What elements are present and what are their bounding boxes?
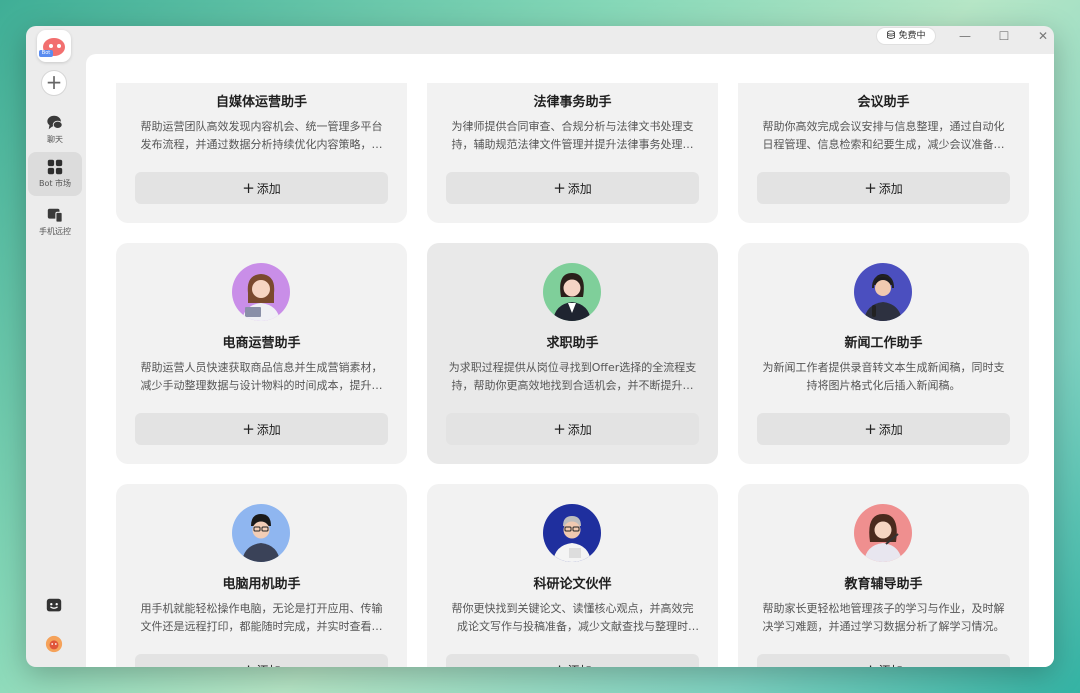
- phone-remote-icon: [47, 208, 63, 223]
- bot-title: 会议助手: [857, 95, 910, 110]
- bot-description: 为律师提供合同审查、合规分析与法律文书处理支持，辅助规范法律文件管理并提升法律事…: [451, 120, 694, 151]
- plus-icon: +: [242, 420, 255, 438]
- bot-avatar-news: [854, 263, 912, 321]
- add-bot-button[interactable]: +添加: [135, 172, 388, 204]
- bot-description: 帮助运营人员快速获取商品信息并生成营销素材，减少手动整理数据与设计物料的时间成本…: [140, 361, 383, 392]
- add-bot-button[interactable]: +添加: [446, 413, 699, 445]
- market-grid-icon: [47, 159, 63, 175]
- add-bot-button[interactable]: +添加: [135, 654, 388, 667]
- bot-title: 电脑用机助手: [222, 577, 301, 592]
- minimize-button[interactable]: —: [951, 26, 979, 46]
- bot-description: 帮你更快找到关键论文、读懂核心观点，并高效完成论文写作与投稿准备，减少文献查找与…: [451, 602, 694, 633]
- close-button[interactable]: ✕: [1029, 26, 1054, 46]
- plus-icon: +: [553, 179, 566, 197]
- bot-avatar-education: [854, 504, 912, 562]
- bot-card-computer[interactable]: 电脑用机助手 用手机就能轻松操作电脑，无论是打开应用、传输文件还是远程打印，都能…: [116, 484, 407, 667]
- maximize-button[interactable]: ☐: [990, 26, 1018, 46]
- bot-description: 帮助你高效完成会议安排与信息整理，通过自动化日程管理、信息检索和纪要生成，减少会…: [762, 120, 1005, 151]
- logo-eye: [57, 44, 61, 48]
- plus-icon: +: [864, 179, 877, 197]
- bot-description: 帮助运营团队高效发现内容机会、统一管理多平台发布流程，并通过数据分析持续优化内容…: [140, 120, 383, 151]
- app-logo[interactable]: Bot: [37, 30, 71, 62]
- coin-stack-icon: [887, 30, 896, 39]
- bot-avatar-computer: [232, 504, 290, 562]
- bot-avatar-research: [543, 504, 601, 562]
- app-window: Bot + 聊天 Bot 市场 手机远控 免费中 — ☐ ✕ 自媒体运营助手 帮…: [26, 26, 1054, 667]
- plus-icon: +: [864, 420, 877, 438]
- add-bot-button[interactable]: +添加: [757, 172, 1010, 204]
- bot-description: 为求职过程提供从岗位寻找到Offer选择的全流程支持，帮助你更高效地找到合适机会…: [448, 361, 697, 392]
- add-label: 添加: [256, 182, 281, 196]
- sidebar-item-label: 聊天: [47, 135, 63, 144]
- bot-avatar-job: [543, 263, 601, 321]
- add-label: 添加: [567, 182, 592, 196]
- bot-description: 用手机就能轻松操作电脑，无论是打开应用、传输文件还是远程打印，都能随时完成，并实…: [140, 602, 383, 633]
- add-bot-button[interactable]: +添加: [757, 654, 1010, 667]
- add-label: 添加: [878, 423, 903, 437]
- bot-market-panel: 自媒体运营助手 帮助运营团队高效发现内容机会、统一管理多平台发布流程，并通过数据…: [86, 54, 1054, 667]
- chat-icon: [47, 115, 63, 130]
- add-label: 添加: [567, 423, 592, 437]
- feedback-icon[interactable]: [45, 597, 63, 615]
- sidebar-item-bot-market[interactable]: Bot 市场: [28, 152, 82, 196]
- add-bot-button[interactable]: +添加: [757, 413, 1010, 445]
- sidebar: Bot + 聊天 Bot 市场 手机远控: [26, 26, 86, 667]
- add-label: 添加: [879, 664, 903, 667]
- bot-card-ecommerce[interactable]: 电商运营助手 帮助运营人员快速获取商品信息并生成营销素材，减少手动整理数据与设计…: [116, 243, 407, 464]
- plan-status-badge[interactable]: 免费中: [876, 27, 936, 45]
- bot-card-education[interactable]: 教育辅导助手 帮助家长更轻松地管理孩子的学习与作业，及时解决学习难题，并通过学习…: [738, 484, 1029, 667]
- add-bot-button[interactable]: +添加: [135, 413, 388, 445]
- bot-card-meeting[interactable]: 会议助手 帮助你高效完成会议安排与信息整理，通过自动化日程管理、信息检索和纪要生…: [738, 83, 1029, 223]
- plus-icon: +: [242, 661, 255, 667]
- sidebar-item-label: 手机远控: [39, 227, 71, 236]
- add-label: 添加: [878, 182, 903, 196]
- add-label: 添加: [568, 664, 592, 667]
- plus-icon: +: [242, 179, 255, 197]
- bot-card-media[interactable]: 自媒体运营助手 帮助运营团队高效发现内容机会、统一管理多平台发布流程，并通过数据…: [116, 83, 407, 223]
- bot-avatar-ecommerce: [232, 263, 290, 321]
- bot-card-news[interactable]: 新闻工作助手 为新闻工作者提供录音转文本生成新闻稿，同时支持将图片格式化后插入新…: [738, 243, 1029, 464]
- bot-card-research[interactable]: 科研论文伙伴 帮你更快找到关键论文、读懂核心观点，并高效完成论文写作与投稿准备，…: [427, 484, 718, 667]
- plus-icon: +: [864, 661, 877, 667]
- bot-title: 科研论文伙伴: [533, 577, 612, 592]
- bot-card-job[interactable]: 求职助手 为求职过程提供从岗位寻找到Offer选择的全流程支持，帮助你更高效地找…: [427, 243, 718, 464]
- plus-icon: +: [553, 420, 566, 438]
- bot-description: 为新闻工作者提供录音转文本生成新闻稿，同时支持将图片格式化后插入新闻稿。: [762, 361, 1005, 392]
- bot-title: 自媒体运营助手: [215, 95, 307, 110]
- add-label: 添加: [256, 423, 281, 437]
- bot-title: 教育辅导助手: [844, 577, 923, 592]
- logo-eye: [49, 44, 53, 48]
- add-bot-button[interactable]: +添加: [446, 172, 699, 204]
- bot-title: 电商运营助手: [222, 336, 301, 351]
- plan-status-label: 免费中: [898, 31, 926, 41]
- sidebar-item-chat[interactable]: 聊天: [28, 108, 82, 152]
- user-avatar[interactable]: [45, 635, 63, 653]
- bot-description: 帮助家长更轻松地管理孩子的学习与作业，及时解决学习难题，并通过学习数据分析了解学…: [762, 602, 1005, 633]
- bot-title: 新闻工作助手: [844, 336, 923, 351]
- new-chat-button[interactable]: +: [41, 70, 67, 96]
- sidebar-item-label: Bot 市场: [38, 179, 72, 188]
- sidebar-item-phone-remote[interactable]: 手机远控: [28, 200, 82, 244]
- add-bot-button[interactable]: +添加: [446, 654, 699, 667]
- logo-text: Bot: [39, 50, 53, 57]
- plus-icon: +: [553, 661, 566, 667]
- bot-title: 法律事务助手: [533, 95, 612, 110]
- add-label: 添加: [257, 664, 281, 667]
- bot-title: 求职助手: [546, 336, 599, 351]
- bot-card-legal[interactable]: 法律事务助手 为律师提供合同审查、合规分析与法律文书处理支持，辅助规范法律文件管…: [427, 83, 718, 223]
- bot-grid: 自媒体运营助手 帮助运营团队高效发现内容机会、统一管理多平台发布流程，并通过数据…: [86, 83, 1054, 667]
